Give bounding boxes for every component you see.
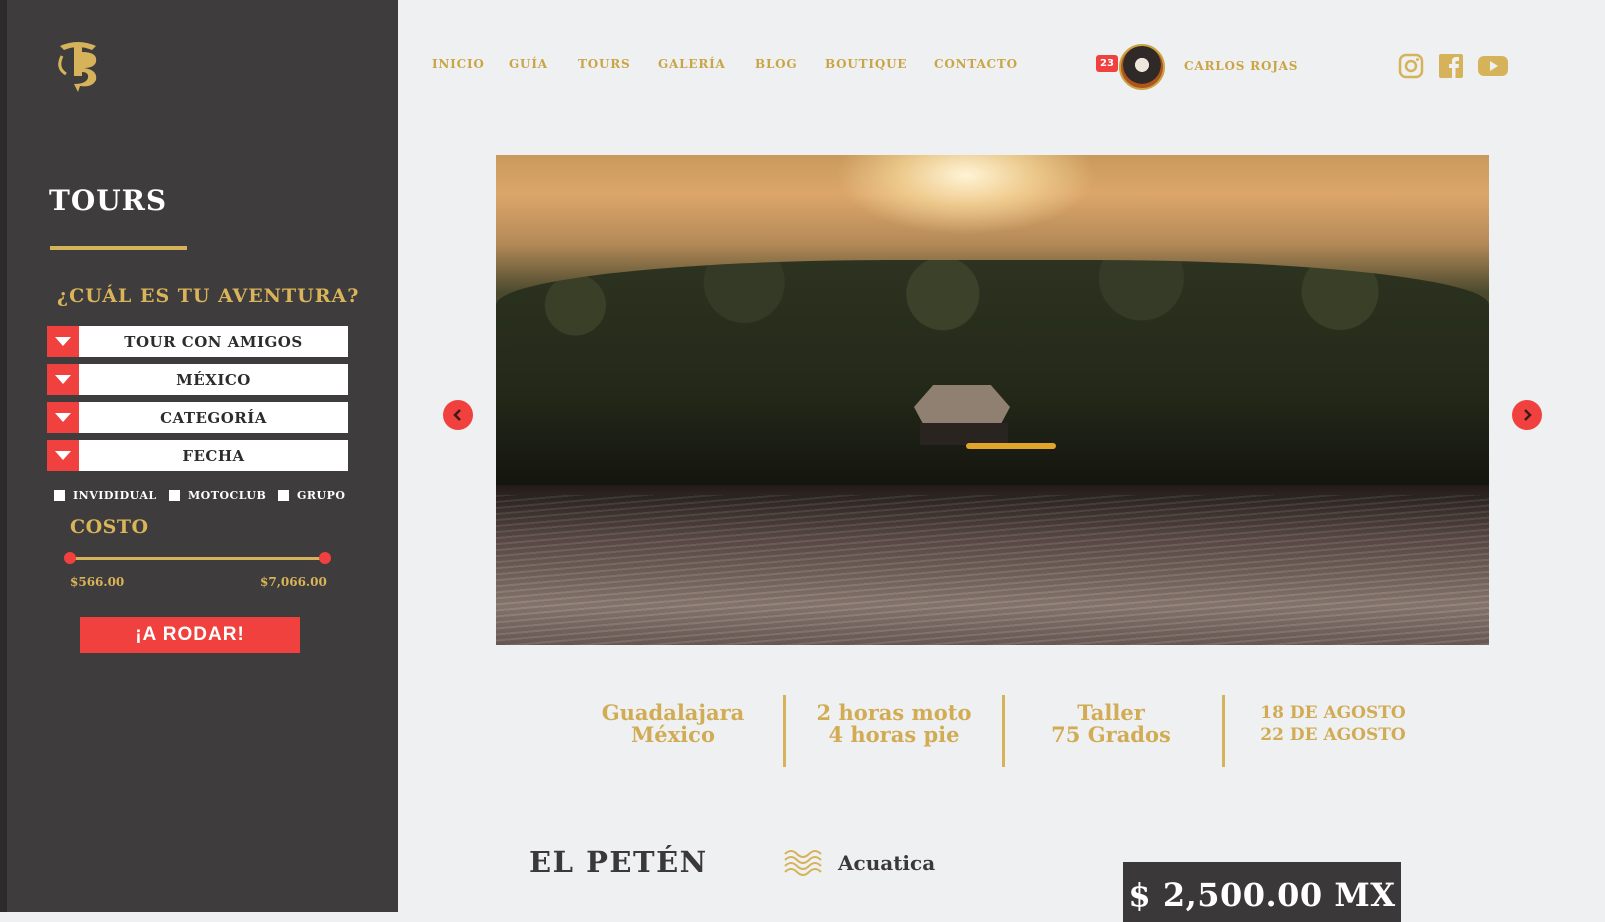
- water-surface: [496, 495, 1489, 645]
- info-duration-line2: 4 horas pie: [828, 722, 960, 747]
- sidebar: TOURS ¿CUÁL ES TU AVENTURA? TOUR CON AMI…: [0, 0, 398, 912]
- user-avatar[interactable]: [1119, 44, 1165, 90]
- filter-tour-type[interactable]: TOUR CON AMIGOS: [47, 326, 348, 357]
- nav-inicio[interactable]: INICIO: [432, 57, 485, 71]
- thatched-hut: [914, 385, 1010, 425]
- chevron-down-icon[interactable]: [47, 402, 79, 433]
- chevron-left-icon: [453, 409, 461, 421]
- chevron-down-icon[interactable]: [47, 440, 79, 471]
- price-min: $566.00: [70, 575, 125, 589]
- price-max: $7,066.00: [260, 575, 327, 589]
- price-slider-max-handle[interactable]: [319, 552, 331, 564]
- nav-blog[interactable]: BLOG: [755, 57, 797, 71]
- tour-name: EL PETÉN: [529, 845, 708, 879]
- chevron-down-icon[interactable]: [47, 364, 79, 395]
- checkbox-grupo[interactable]: GRUPO: [278, 489, 345, 502]
- checkbox-box[interactable]: [278, 490, 289, 501]
- facebook-icon[interactable]: [1438, 53, 1464, 79]
- nav-boutique[interactable]: BOUTIQUE: [825, 57, 907, 71]
- cost-label: COSTO: [70, 516, 149, 538]
- filter-label: CATEGORÍA: [79, 402, 348, 433]
- kayak: [966, 443, 1056, 449]
- sidebar-title: TOURS: [49, 184, 168, 217]
- info-venue: Taller 75 Grados: [1011, 702, 1211, 746]
- water-wave-icon: [784, 850, 822, 876]
- mangrove-trees: [496, 260, 1489, 485]
- checkbox-individual[interactable]: INVIDIDUAL: [54, 489, 157, 502]
- nav-guia[interactable]: GUÍA: [509, 57, 548, 71]
- info-divider: [783, 695, 786, 767]
- checkbox-box[interactable]: [54, 490, 65, 501]
- info-venue-line2: 75 Grados: [1051, 722, 1171, 747]
- checkbox-label: INVIDIDUAL: [73, 489, 157, 502]
- carousel-next-button[interactable]: [1512, 400, 1542, 430]
- nav-tours[interactable]: TOURS: [578, 57, 631, 71]
- brand-logo[interactable]: [52, 38, 104, 94]
- filter-category[interactable]: CATEGORÍA: [47, 402, 348, 433]
- filter-label: TOUR CON AMIGOS: [79, 326, 348, 357]
- checkbox-label: MOTOCLUB: [188, 489, 267, 502]
- adventure-question: ¿CUÁL ES TU AVENTURA?: [57, 285, 360, 307]
- info-dates-line1: 18 DE AGOSTO: [1260, 703, 1406, 723]
- chevron-down-icon[interactable]: [47, 326, 79, 357]
- tour-category: Acuatica: [838, 851, 936, 875]
- price-slider-track[interactable]: [70, 557, 325, 560]
- filter-label: FECHA: [79, 440, 348, 471]
- info-divider: [1002, 695, 1005, 767]
- chevron-right-icon: [1524, 409, 1532, 421]
- info-duration: 2 horas moto 4 horas pie: [794, 702, 994, 746]
- info-duration-line1: 2 horas moto: [816, 700, 972, 725]
- info-dates: 18 DE AGOSTO 22 DE AGOSTO: [1233, 702, 1433, 746]
- nav-galeria[interactable]: GALERÍA: [658, 57, 726, 71]
- info-venue-line1: Taller: [1077, 700, 1145, 725]
- sun-glow: [836, 155, 1096, 235]
- youtube-icon[interactable]: [1477, 53, 1509, 79]
- title-underline: [50, 246, 187, 250]
- hut-deck: [920, 423, 1008, 445]
- info-location-line2: México: [631, 722, 715, 747]
- tour-price: $ 2,500.00 MX: [1123, 862, 1401, 922]
- filter-country[interactable]: MÉXICO: [47, 364, 348, 395]
- info-divider: [1222, 695, 1225, 767]
- checkbox-box[interactable]: [169, 490, 180, 501]
- instagram-icon[interactable]: [1398, 53, 1424, 79]
- filter-label: MÉXICO: [79, 364, 348, 395]
- price-slider-min-handle[interactable]: [64, 552, 76, 564]
- user-name[interactable]: CARLOS ROJAS: [1184, 59, 1298, 73]
- info-dates-line2: 22 DE AGOSTO: [1260, 725, 1406, 745]
- hero-image: [496, 155, 1489, 645]
- search-button[interactable]: ¡A RODAR!: [80, 617, 300, 653]
- nav-contacto[interactable]: CONTACTO: [934, 57, 1018, 71]
- sidebar-edge: [0, 0, 7, 912]
- notification-badge[interactable]: 23: [1096, 55, 1118, 72]
- filter-date[interactable]: FECHA: [47, 440, 348, 471]
- carousel-prev-button[interactable]: [443, 400, 473, 430]
- checkbox-motoclub[interactable]: MOTOCLUB: [169, 489, 266, 502]
- checkbox-label: GRUPO: [297, 489, 346, 502]
- info-location: Guadalajara México: [573, 702, 773, 746]
- info-location-line1: Guadalajara: [601, 700, 745, 725]
